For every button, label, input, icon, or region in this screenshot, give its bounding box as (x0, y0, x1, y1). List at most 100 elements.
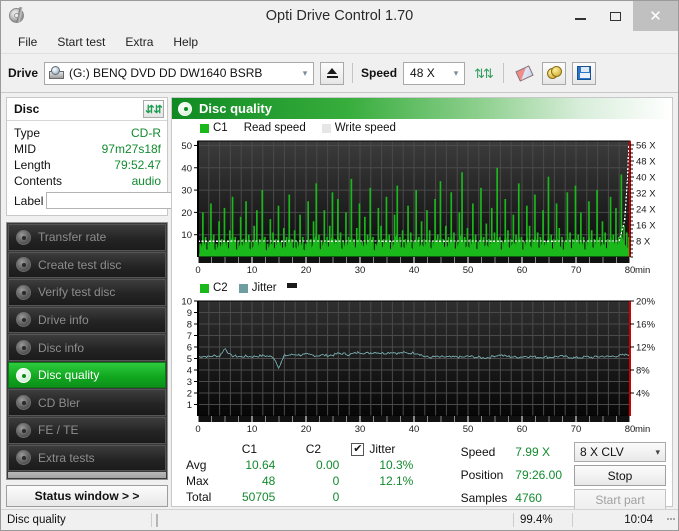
eject-button[interactable] (320, 62, 344, 85)
sidebar-item-extra-tests[interactable]: Extra tests (8, 445, 166, 472)
menu-extra[interactable]: Extra (116, 32, 162, 52)
main-body: Disc ⇵⇵ Type CD-R MID 97m27s18f Length 7… (1, 93, 678, 509)
stats-col-c1: C1 (217, 441, 281, 457)
minimize-button[interactable] (563, 1, 598, 31)
disc-mid-value: 97m27s18f (102, 141, 161, 157)
disc-quality-icon (178, 102, 192, 116)
sidebar-item-disc-info[interactable]: Disc info (8, 334, 166, 361)
svg-text:2: 2 (187, 389, 192, 400)
svg-text:40: 40 (409, 265, 420, 276)
status-bar: Disc quality 99.4% 10:04 (1, 509, 678, 530)
table-row: Max 48 0 12.1% (182, 473, 419, 489)
jitter-chart: C2 Jitter 123456789104%8%12%16%20%010203… (174, 281, 670, 438)
svg-text:20%: 20% (636, 297, 656, 308)
disc-refresh-button[interactable]: ⇵⇵ (143, 100, 164, 118)
disc-type-value: CD-R (131, 125, 161, 141)
disc-length-value: 79:52.47 (114, 157, 161, 173)
jitter-checkbox[interactable]: ✔ (351, 443, 364, 456)
speed-select-value: 48 X (410, 66, 435, 80)
legend-swatch-c2 (200, 284, 209, 293)
stop-button[interactable]: Stop (574, 465, 666, 486)
svg-text:0: 0 (195, 265, 200, 276)
svg-text:60: 60 (517, 265, 528, 276)
charts-area: C1 Read speed Write speed 10203040508 X1… (172, 119, 672, 506)
resize-grip-icon[interactable] (659, 518, 678, 523)
disc-panel-header: Disc ⇵⇵ (7, 98, 167, 121)
disc-contents-label: Contents (14, 173, 62, 189)
left-sidebar: Disc ⇵⇵ Type CD-R MID 97m27s18f Length 7… (1, 93, 171, 509)
maximize-icon (610, 12, 621, 21)
menu-file[interactable]: File (9, 32, 46, 52)
eject-icon (327, 68, 338, 78)
svg-text:32 X: 32 X (636, 189, 656, 200)
sidebar-item-verify-test-disc[interactable]: Verify test disc (8, 279, 166, 306)
maximize-button[interactable] (598, 1, 633, 31)
sidebar-item-create-test-disc[interactable]: Create test disc (8, 252, 166, 279)
menu-start-test[interactable]: Start test (48, 32, 114, 52)
save-button[interactable] (572, 62, 596, 85)
status-task: Disc quality (1, 510, 151, 530)
stats-max-c1: 48 (217, 473, 281, 489)
test-nav-list: Transfer rate Create test disc Verify te… (6, 222, 168, 480)
stats-col-c2: C2 (281, 441, 345, 457)
c1-plot[interactable]: 10203040508 X16 X24 X32 X40 X48 X56 X010… (174, 135, 666, 279)
chevron-down-icon: ▾ (448, 68, 464, 79)
readout-row-speed: Speed 7.99 X (457, 441, 566, 464)
sidebar-item-transfer-rate[interactable]: Transfer rate (8, 224, 166, 251)
menu-help[interactable]: Help (164, 32, 207, 52)
svg-text:1: 1 (187, 400, 192, 411)
svg-text:56 X: 56 X (636, 141, 656, 152)
svg-text:30: 30 (355, 265, 366, 276)
panel-header: Disc quality (172, 98, 672, 119)
write-strategy-value: 8 X CLV (580, 445, 624, 459)
close-button[interactable]: ✕ (633, 1, 678, 31)
error-stats-table: C1 C2 ✔ Jitter Avg (182, 441, 419, 505)
legend-label-c1: C1 (213, 122, 228, 134)
sidebar-item-drive-info[interactable]: Drive info (8, 307, 166, 334)
stats-row-total-label: Total (182, 489, 217, 505)
speed-select[interactable]: 48 X ▾ (403, 62, 465, 85)
sidebar-label: Transfer rate (38, 230, 106, 244)
svg-text:24 X: 24 X (636, 205, 656, 216)
stats-row-avg-label: Avg (182, 457, 217, 473)
status-elapsed: 10:04 (573, 510, 659, 530)
refresh-arrows-button[interactable]: ⇅⇅ (471, 62, 495, 85)
svg-text:5: 5 (187, 354, 192, 365)
legend-swatch-jitter (239, 284, 248, 293)
erase-button[interactable] (512, 62, 536, 85)
readout-samples-label: Samples (457, 487, 512, 510)
stats-avg-c1: 10.64 (217, 457, 281, 473)
sidebar-item-cd-bler[interactable]: CD Bler (8, 389, 166, 416)
drive-select[interactable]: (G:) BENQ DVD DD DW1640 BSRB ▾ (44, 62, 314, 85)
svg-text:40: 40 (409, 424, 420, 435)
eraser-icon (515, 65, 533, 81)
coins-icon (547, 66, 562, 80)
sidebar-label: Create test disc (38, 258, 121, 272)
stats-total-c1: 50705 (217, 489, 281, 505)
sidebar-item-fe-te[interactable]: FE / TE (8, 417, 166, 444)
readout-samples-value: 4760 (511, 487, 566, 510)
write-strategy-select[interactable]: 8 X CLV ▾ (574, 442, 666, 462)
disc-info-panel: Disc ⇵⇵ Type CD-R MID 97m27s18f Length 7… (6, 97, 168, 216)
svg-text:30: 30 (355, 424, 366, 435)
sidebar-item-disc-quality[interactable]: Disc quality (8, 362, 166, 389)
disc-panel-title: Disc (14, 102, 39, 116)
disc-icon (16, 285, 31, 300)
app-window: Opti Drive Control 1.70 ✕ File Start tes… (0, 0, 679, 531)
svg-text:9: 9 (187, 308, 192, 319)
svg-text:7: 7 (187, 331, 192, 342)
readout-area: Speed 7.99 X Position 79:26.00 Samples 4… (457, 441, 668, 510)
svg-text:20: 20 (301, 424, 312, 435)
status-window-button[interactable]: Status window > > (6, 485, 168, 507)
coins-button[interactable] (542, 62, 566, 85)
table-row: Total 50705 0 (182, 489, 419, 505)
svg-text:70: 70 (571, 265, 582, 276)
sidebar-label: Verify test disc (38, 285, 115, 299)
refresh-icon: ⇵⇵ (145, 103, 161, 116)
readout-position-value: 79:26.00 (511, 464, 566, 487)
stats-col-jitter: ✔ Jitter (345, 441, 419, 457)
disc-row-length: Length 79:52.47 (14, 157, 161, 173)
sidebar-label: Disc info (38, 341, 84, 355)
jitter-plot[interactable]: 123456789104%8%12%16%20%0102030405060708… (174, 295, 666, 438)
svg-text:4: 4 (187, 366, 192, 377)
